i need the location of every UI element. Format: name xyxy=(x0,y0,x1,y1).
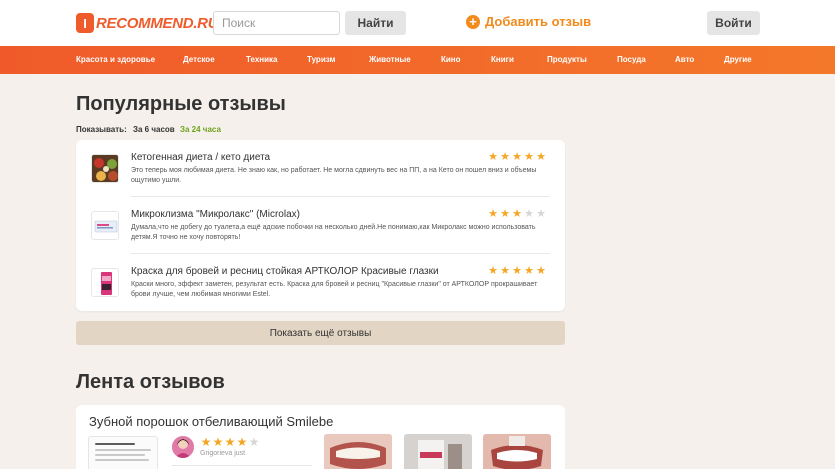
review-item[interactable]: Микроклизма "Микролакс" (Microlax) Думал… xyxy=(76,197,565,254)
show-label: Показывать: xyxy=(76,125,127,134)
star-icon: ★ xyxy=(500,265,510,277)
review-author[interactable]: Grigorieva just xyxy=(200,450,245,457)
search-input[interactable] xyxy=(213,11,340,35)
star-icon: ★ xyxy=(488,265,498,277)
star-icon: ★ xyxy=(500,208,510,220)
review-item[interactable]: Кетогенная диета / кето диета Это теперь… xyxy=(76,140,565,197)
avatar[interactable] xyxy=(172,436,194,458)
product-card-image xyxy=(88,436,158,469)
rating-stars: ★ ★ ★ ★ ★ xyxy=(487,151,547,163)
nav-item-tourism[interactable]: Туризм xyxy=(307,55,335,64)
star-icon: ★ xyxy=(512,265,522,277)
star-icon: ★ xyxy=(248,435,260,449)
divider xyxy=(172,465,312,466)
logo-text: RECOMMEND.RU xyxy=(96,14,219,32)
review-photo-teeth[interactable] xyxy=(324,434,392,469)
doc-line xyxy=(95,459,149,461)
nav-item-auto[interactable]: Авто xyxy=(675,55,694,64)
star-icon: ★ xyxy=(536,265,546,277)
star-icon: ★ xyxy=(524,151,534,163)
popular-reviews-card: Кетогенная диета / кето диета Это теперь… xyxy=(76,140,565,311)
nav-item-tech[interactable]: Техника xyxy=(246,55,277,64)
review-text: Думала,что не добегу до туалета,а ещё ад… xyxy=(131,224,536,241)
doc-line xyxy=(95,454,145,456)
star-icon: ★ xyxy=(488,208,498,220)
plus-circle-icon: + xyxy=(466,14,480,29)
review-title[interactable]: Микроклизма "Микролакс" (Microlax) xyxy=(131,209,300,220)
star-icon: ★ xyxy=(488,151,498,163)
review-photo-smile[interactable] xyxy=(483,434,551,469)
star-icon: ★ xyxy=(512,208,522,220)
rating-stars: ★ ★ ★ ★ ★ xyxy=(487,208,547,220)
header: I RECOMMEND.RU Найти + Добавить отзыв Во… xyxy=(0,0,835,46)
nav-item-movies[interactable]: Кино xyxy=(441,55,461,64)
nav-item-kids[interactable]: Детское xyxy=(183,55,215,64)
logo-badge-icon: I xyxy=(76,13,94,33)
star-icon: ★ xyxy=(524,208,534,220)
add-review-label: Добавить отзыв xyxy=(485,14,592,29)
nav-item-beauty[interactable]: Красота и здоровье xyxy=(76,55,155,64)
star-icon: ★ xyxy=(524,265,534,277)
nav-item-food[interactable]: Продукты xyxy=(547,55,587,64)
rating-stars: ★ ★ ★ ★ ★ xyxy=(487,265,547,277)
star-icon: ★ xyxy=(500,151,510,163)
star-icon: ★ xyxy=(200,435,212,449)
reviews-feed-title: Лента отзывов xyxy=(76,371,225,393)
nav-item-books[interactable]: Книги xyxy=(491,55,514,64)
star-icon: ★ xyxy=(512,151,522,163)
review-title[interactable]: Кетогенная диета / кето диета xyxy=(131,152,270,163)
nav-item-other[interactable]: Другие xyxy=(724,55,752,64)
review-item[interactable]: Краска для бровей и ресниц стойкая АРТКО… xyxy=(76,254,565,311)
review-text: Это теперь моя любимая диета. Не знаю ка… xyxy=(131,167,537,184)
star-icon: ★ xyxy=(224,435,236,449)
star-icon: ★ xyxy=(536,208,546,220)
show-more-reviews-button[interactable]: Показать ещё отзывы xyxy=(76,321,565,345)
feed-review-card[interactable]: Зубной порошок отбеливающий Smilebe ★ ★ ★ ★… xyxy=(76,405,565,469)
review-title[interactable]: Краска для бровей и ресниц стойкая АРТКО… xyxy=(131,266,439,277)
rating-stars: ★ ★ ★ ★ ★ xyxy=(200,436,260,448)
filter-6-hours[interactable]: За 6 часов xyxy=(133,125,175,134)
review-text: Краски много, эффект заметен, результат … xyxy=(131,281,538,298)
filter-24-hours[interactable]: За 24 часа xyxy=(180,125,221,134)
food-thumbnail-icon xyxy=(91,154,119,183)
login-button[interactable]: Войти xyxy=(707,11,760,35)
star-icon: ★ xyxy=(236,435,248,449)
popular-reviews-title: Популярные отзывы xyxy=(76,93,286,115)
search-button[interactable]: Найти xyxy=(345,11,406,35)
review-photo-product[interactable] xyxy=(404,434,472,469)
feed-review-title[interactable]: Зубной порошок отбеливающий Smilebe xyxy=(89,414,333,429)
medicine-box-thumbnail-icon xyxy=(91,211,119,240)
site-logo[interactable]: I RECOMMEND.RU xyxy=(76,12,219,34)
nav-item-dishes[interactable]: Посуда xyxy=(617,55,646,64)
nav-item-animals[interactable]: Животные xyxy=(369,55,411,64)
star-icon: ★ xyxy=(536,151,546,163)
star-icon: ★ xyxy=(212,435,224,449)
dye-box-thumbnail-icon xyxy=(91,268,119,297)
category-nav: Красота и здоровье Детское Техника Туриз… xyxy=(0,46,835,74)
add-review-link[interactable]: + Добавить отзыв xyxy=(466,14,591,29)
doc-line xyxy=(95,443,135,445)
doc-line xyxy=(95,449,151,451)
